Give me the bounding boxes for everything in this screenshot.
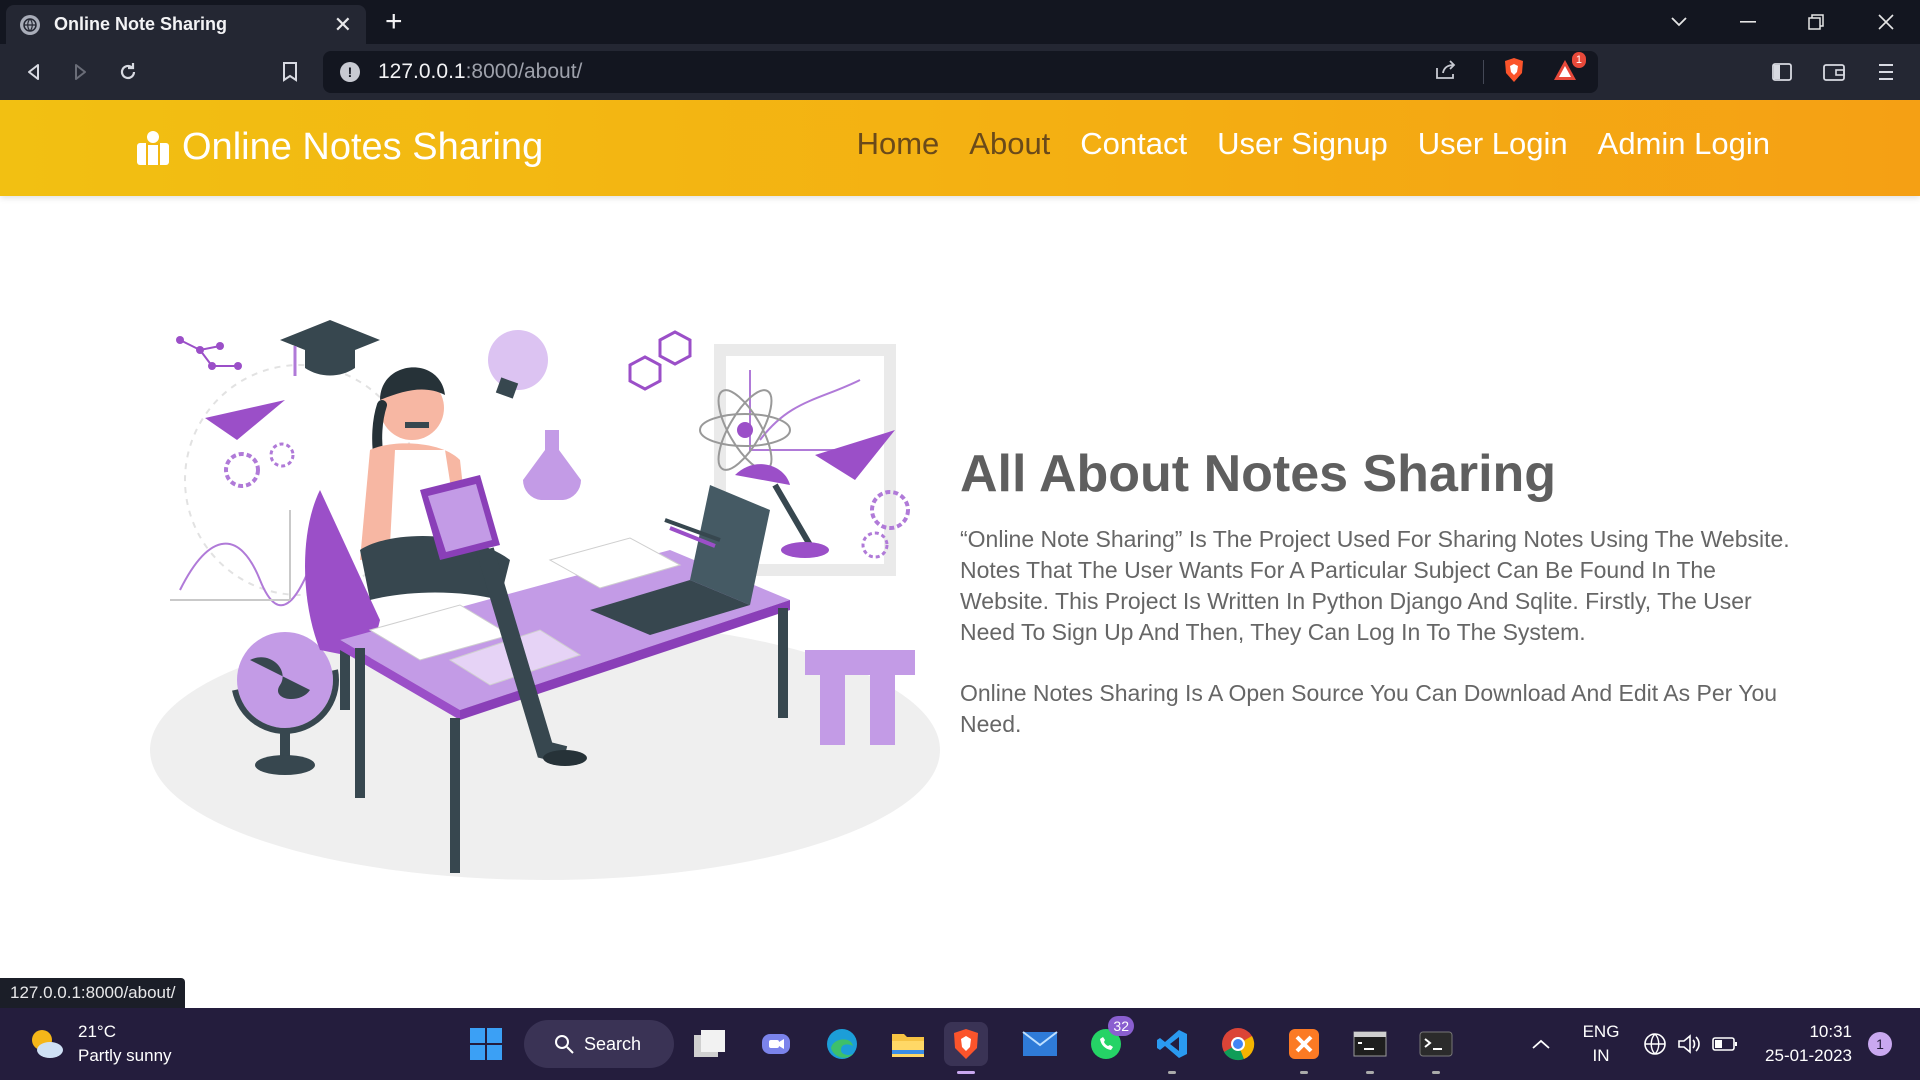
vscode-icon[interactable] bbox=[1150, 1022, 1194, 1074]
close-window-button[interactable] bbox=[1852, 0, 1920, 44]
browser-tab[interactable]: Online Note Sharing ✕ bbox=[6, 5, 366, 44]
weather-desc: Partly sunny bbox=[78, 1046, 172, 1065]
search-icon bbox=[555, 1035, 574, 1054]
terminal-icon[interactable] bbox=[1414, 1022, 1458, 1074]
about-section: All About Notes Sharing “Online Note Sha… bbox=[960, 442, 1790, 770]
status-bar-url: 127.0.0.1:8000/about/ bbox=[0, 978, 186, 1008]
users-icon bbox=[137, 130, 169, 165]
close-tab-icon[interactable]: ✕ bbox=[334, 12, 352, 38]
brave-rewards-icon[interactable]: 1 bbox=[1552, 51, 1586, 87]
mail-icon[interactable] bbox=[1018, 1022, 1062, 1066]
notification-badge[interactable]: 1 bbox=[1868, 1032, 1892, 1056]
partly-sunny-icon bbox=[32, 1030, 63, 1058]
browser-tab-strip: Online Note Sharing ✕ + bbox=[0, 0, 1920, 44]
start-button[interactable] bbox=[464, 1022, 508, 1066]
nav-user-signup[interactable]: User Signup bbox=[1217, 126, 1388, 162]
site-navbar: Online Notes Sharing Home About Contact … bbox=[0, 100, 1920, 196]
weather-widget[interactable]: 21°C Partly sunny bbox=[28, 1020, 172, 1068]
study-illustration bbox=[150, 320, 940, 880]
nav-admin-login[interactable]: Admin Login bbox=[1598, 126, 1770, 162]
restore-button[interactable] bbox=[1782, 0, 1850, 44]
nav-home[interactable]: Home bbox=[857, 126, 940, 162]
language-indicator[interactable]: ENG IN bbox=[1576, 1020, 1626, 1068]
browser-toolbar: ! 127.0.0.1 :8000/about/ 1 bbox=[0, 44, 1920, 100]
language-line1: ENG bbox=[1582, 1022, 1620, 1041]
url-path: :8000/about/ bbox=[465, 60, 583, 83]
command-prompt-icon[interactable] bbox=[1348, 1022, 1392, 1074]
clock[interactable]: 10:31 25-01-2023 bbox=[1756, 1020, 1852, 1068]
site-info-icon[interactable]: ! bbox=[340, 62, 360, 82]
share-icon[interactable] bbox=[1435, 59, 1457, 85]
task-view-icon[interactable] bbox=[688, 1022, 732, 1066]
nav-links: Home About Contact User Signup User Logi… bbox=[857, 126, 1770, 162]
new-tab-button[interactable]: + bbox=[385, 4, 403, 40]
back-button[interactable] bbox=[16, 54, 52, 90]
battery-icon[interactable] bbox=[1710, 1022, 1740, 1066]
globe-icon bbox=[20, 14, 40, 35]
tray-chevron-up-icon[interactable] bbox=[1526, 1022, 1556, 1066]
about-paragraph-1: “Online Note Sharing” Is The Project Use… bbox=[960, 526, 1790, 645]
wallet-icon[interactable] bbox=[1816, 54, 1852, 90]
brand-text: Online Notes Sharing bbox=[182, 126, 544, 168]
minimize-button[interactable] bbox=[1714, 0, 1782, 44]
reload-button[interactable] bbox=[110, 54, 146, 90]
file-explorer-icon[interactable] bbox=[886, 1022, 930, 1066]
search-label: Search bbox=[584, 1033, 642, 1054]
language-line2: IN bbox=[1592, 1046, 1610, 1065]
nav-about[interactable]: About bbox=[969, 126, 1050, 162]
nav-user-login[interactable]: User Login bbox=[1418, 126, 1568, 162]
site-brand[interactable]: Online Notes Sharing bbox=[134, 126, 543, 169]
web-page: Online Notes Sharing Home About Contact … bbox=[0, 100, 1920, 1008]
brave-taskbar-icon[interactable] bbox=[944, 1022, 988, 1074]
clock-time: 10:31 bbox=[1809, 1022, 1852, 1041]
url-host: 127.0.0.1 bbox=[378, 60, 466, 83]
brave-shields-icon[interactable] bbox=[1502, 57, 1526, 88]
forward-button[interactable] bbox=[62, 54, 98, 90]
taskbar: 21°C Partly sunny Search 32 ENG IN 10:31… bbox=[0, 1008, 1920, 1080]
taskbar-search[interactable]: Search bbox=[524, 1020, 674, 1068]
chrome-icon[interactable] bbox=[1216, 1022, 1260, 1066]
tab-title: Online Note Sharing bbox=[54, 14, 228, 34]
address-bar[interactable]: ! 127.0.0.1 :8000/about/ 1 bbox=[323, 51, 1598, 93]
sidebar-toggle-icon[interactable] bbox=[1764, 54, 1800, 90]
tab-search-chevron-icon[interactable] bbox=[1645, 0, 1713, 44]
whatsapp-icon[interactable]: 32 bbox=[1084, 1016, 1134, 1066]
clock-date: 25-01-2023 bbox=[1765, 1046, 1852, 1065]
menu-icon[interactable] bbox=[1868, 54, 1904, 90]
about-title: All About Notes Sharing bbox=[960, 445, 1557, 503]
whatsapp-badge: 32 bbox=[1108, 1016, 1134, 1036]
weather-temp: 21°C bbox=[78, 1022, 116, 1041]
network-icon[interactable] bbox=[1640, 1022, 1670, 1066]
volume-icon[interactable] bbox=[1674, 1022, 1704, 1066]
about-paragraph-2: Online Notes Sharing Is A Open Source Yo… bbox=[960, 680, 1778, 737]
nav-contact[interactable]: Contact bbox=[1080, 126, 1187, 162]
rewards-badge: 1 bbox=[1571, 51, 1586, 68]
teams-chat-icon[interactable] bbox=[754, 1022, 798, 1066]
edge-icon[interactable] bbox=[820, 1022, 864, 1066]
xampp-icon[interactable] bbox=[1282, 1022, 1326, 1074]
bookmark-icon[interactable] bbox=[272, 54, 308, 90]
